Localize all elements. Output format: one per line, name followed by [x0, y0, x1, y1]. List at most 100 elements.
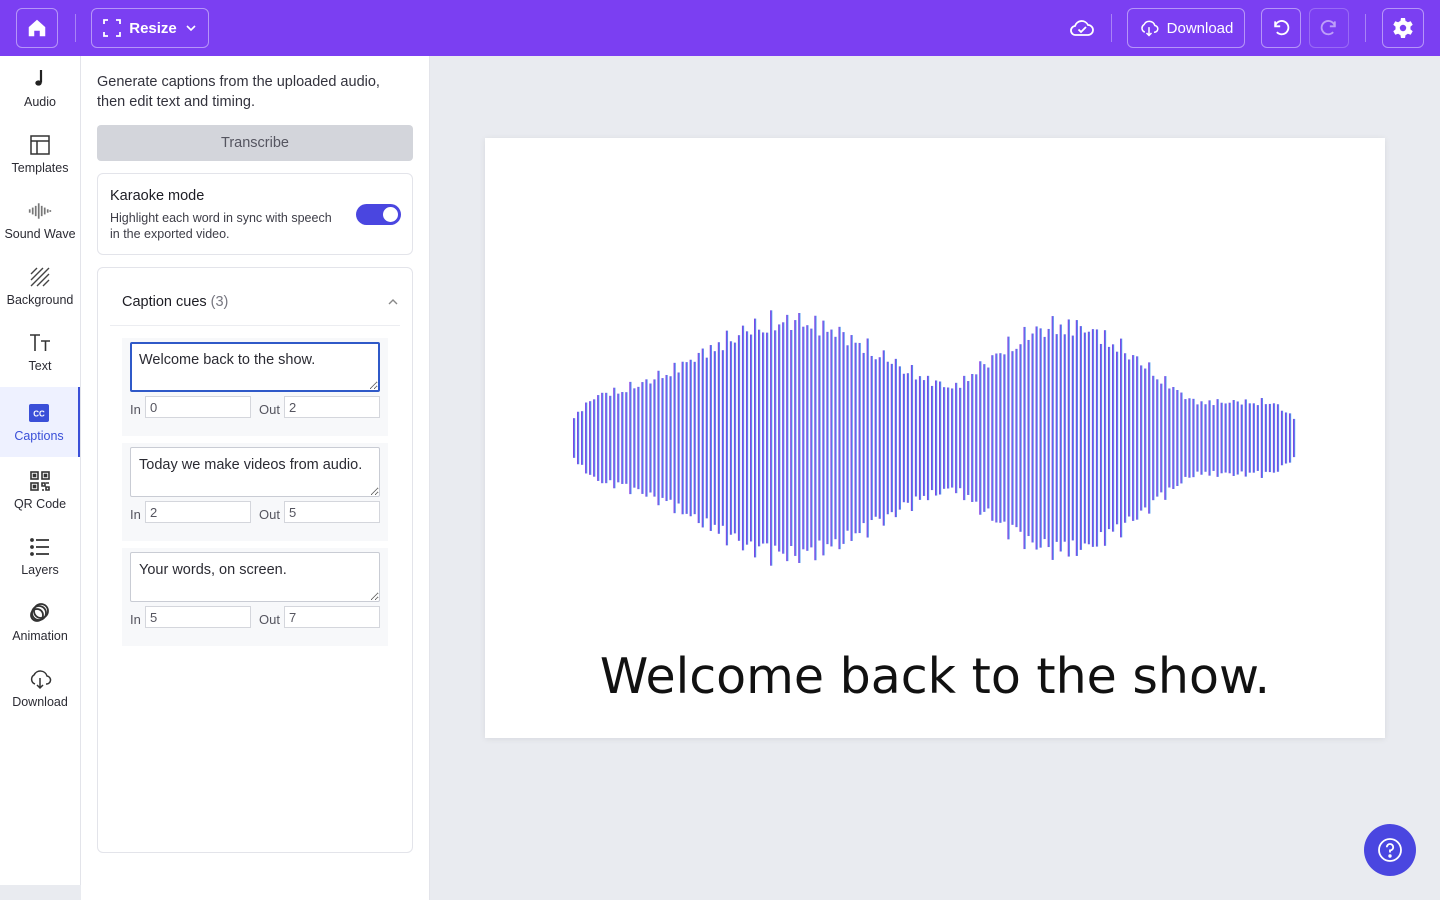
- wave-bar: [943, 387, 946, 489]
- rail-item-download[interactable]: Download: [0, 656, 80, 720]
- wave-bar: [1220, 402, 1223, 474]
- wave-bar: [713, 351, 716, 525]
- wave-bar: [758, 329, 761, 547]
- wave-bar: [1280, 410, 1284, 466]
- wave-bar: [1252, 403, 1255, 473]
- sound-wave-icon: [28, 203, 52, 219]
- wave-bar: [846, 345, 849, 531]
- wave-bar: [1176, 390, 1179, 486]
- rail-item-templates[interactable]: Templates: [0, 122, 80, 186]
- karaoke-title: Karaoke mode: [110, 188, 205, 204]
- caption-cues-header[interactable]: Caption cues (3): [110, 268, 400, 326]
- toolbar-divider: [1111, 14, 1112, 42]
- wave-bar: [995, 353, 998, 523]
- cue-out-input[interactable]: [284, 396, 380, 418]
- wave-bar: [975, 374, 978, 502]
- wave-bar: [1111, 344, 1115, 532]
- undo-button[interactable]: [1261, 8, 1301, 48]
- cue-in-input[interactable]: [145, 606, 251, 628]
- cue-out-input[interactable]: [284, 606, 380, 628]
- download-icon: [30, 670, 52, 690]
- top-bar: Resize Download: [0, 0, 1440, 56]
- home-button[interactable]: [16, 8, 58, 48]
- cue-in-input[interactable]: [145, 501, 251, 523]
- cue-out-label: Out: [259, 612, 280, 627]
- transcribe-button[interactable]: Transcribe: [97, 125, 413, 161]
- wave-bar: [1059, 324, 1062, 552]
- wave-bar: [1043, 336, 1046, 540]
- wave-bar: [1156, 379, 1159, 497]
- rail-item-label: Background: [6, 293, 74, 307]
- wave-bar: [1204, 404, 1207, 472]
- wave-bar: [1208, 400, 1211, 476]
- download-button[interactable]: Download: [1127, 8, 1245, 48]
- cue-text-input[interactable]: [130, 342, 380, 392]
- karaoke-toggle[interactable]: [356, 204, 401, 225]
- redo-icon: [1320, 20, 1336, 36]
- wave-bar: [1152, 375, 1155, 501]
- cue-out-label: Out: [259, 507, 280, 522]
- wave-bar: [1091, 329, 1095, 547]
- wave-bar: [806, 325, 809, 551]
- wave-bar: [1095, 329, 1099, 547]
- wave-bar: [1232, 400, 1235, 476]
- wave-bar: [1067, 319, 1070, 557]
- wave-bar: [1292, 418, 1296, 458]
- wave-bar: [701, 348, 704, 528]
- wave-bar: [818, 335, 821, 541]
- rail-item-sound-wave[interactable]: Sound Wave: [0, 188, 80, 252]
- wave-bar: [1132, 355, 1135, 521]
- wave-bar: [629, 381, 632, 495]
- rail-item-text[interactable]: Text: [0, 320, 80, 384]
- settings-button[interactable]: [1382, 8, 1424, 48]
- rail-item-animation[interactable]: Animation: [0, 590, 80, 654]
- wave-bar: [1007, 336, 1010, 540]
- rail-item-layers[interactable]: Layers: [0, 524, 80, 588]
- video-canvas[interactable]: Welcome back to the show.: [485, 138, 1385, 738]
- cloud-icon[interactable]: [1068, 14, 1096, 42]
- toggle-knob: [383, 207, 398, 222]
- rail-item-label: Download: [12, 695, 68, 709]
- caption-overlay[interactable]: Welcome back to the show.: [485, 648, 1385, 705]
- wave-bar: [1128, 359, 1131, 517]
- wave-bar: [601, 392, 604, 484]
- wave-bar: [1027, 339, 1030, 537]
- rail-item-qr-code[interactable]: QR Code: [0, 458, 80, 522]
- wave-bar: [717, 342, 721, 534]
- caption-cues-card: Caption cues(3) In Out In Out In Out: [97, 267, 413, 853]
- background-icon: [30, 267, 50, 287]
- wave-bar: [721, 350, 725, 526]
- resize-button[interactable]: Resize: [91, 8, 209, 48]
- cue-text-input[interactable]: [130, 552, 380, 602]
- animation-icon: [30, 603, 49, 622]
- wave-bar: [1023, 326, 1026, 550]
- rail-item-captions[interactable]: CC Captions: [0, 387, 80, 457]
- wave-bar: [621, 392, 624, 484]
- wave-bar: [705, 357, 708, 519]
- cue-in-label: In: [130, 507, 141, 522]
- cue-text-input[interactable]: [130, 447, 380, 497]
- chevron-up-icon[interactable]: [386, 295, 400, 309]
- wave-bar: [1244, 399, 1247, 477]
- sound-wave-visual[interactable]: [573, 272, 1297, 604]
- cue-in-input[interactable]: [145, 396, 251, 418]
- wave-bar: [677, 372, 680, 504]
- rail-item-background[interactable]: Background: [0, 254, 80, 318]
- caption-cues-title: Caption cues (3): [122, 294, 228, 310]
- wave-bar: [999, 353, 1002, 523]
- wave-bar: [1184, 399, 1187, 477]
- cue-out-label: Out: [259, 402, 280, 417]
- redo-button[interactable]: [1309, 8, 1349, 48]
- wave-bar: [971, 374, 974, 502]
- rail-item-audio[interactable]: Audio: [0, 56, 80, 120]
- wave-bar: [1071, 335, 1074, 541]
- cue-out-input[interactable]: [284, 501, 380, 523]
- music-note-icon: [35, 70, 43, 86]
- help-button[interactable]: [1364, 824, 1416, 876]
- wave-bar: [814, 315, 817, 561]
- caption-cue: In Out: [122, 443, 390, 541]
- wave-bar: [633, 388, 636, 488]
- wave-bar: [1228, 402, 1231, 474]
- wave-bar: [737, 335, 741, 541]
- caption-cue: In Out: [122, 338, 390, 436]
